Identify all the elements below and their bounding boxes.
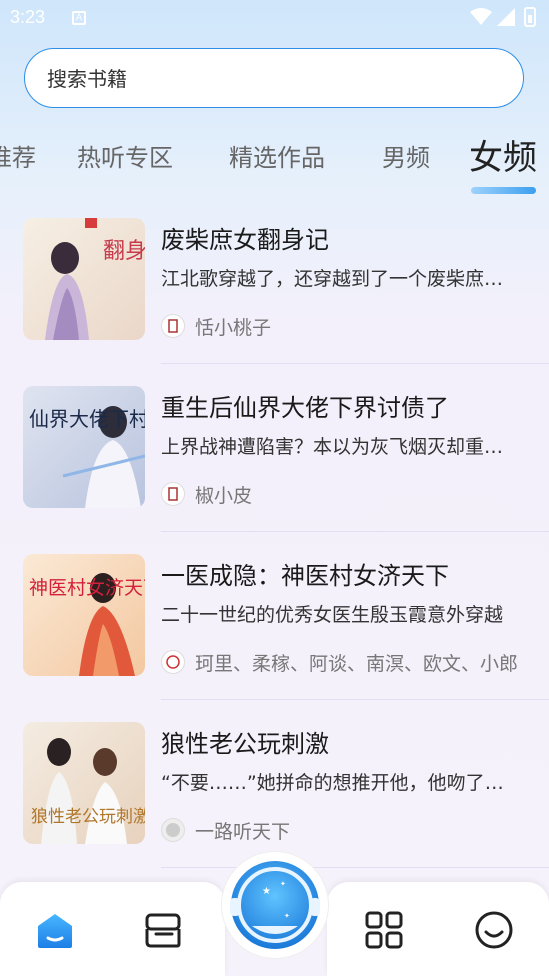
tab-hot[interactable]: 热听专区 (77, 138, 173, 173)
book-author: 恬小桃子 (195, 317, 272, 339)
book-item[interactable]: 狼性老公玩刺激 狼性老公玩刺激 “不要……”她拼命的想推开他，他吻了下来 一路听… (0, 704, 549, 872)
player-astronaut-icon: ★ ✦ ✦ (230, 861, 320, 949)
battery-icon (524, 7, 536, 27)
profile-smile-icon (475, 911, 513, 949)
author-avatar-icon (161, 818, 185, 842)
svg-text:✦: ✦ (284, 912, 290, 920)
svg-text:★: ★ (262, 886, 271, 897)
book-item[interactable]: 翻身记 废柴庶女翻身记 江北歌穿越了，还穿越到了一个废柴庶女身上 恬小桃子 (0, 200, 549, 368)
divider (161, 363, 549, 364)
svg-text:仙界大佬下村讨债: 仙界大佬下村讨债 (29, 407, 145, 431)
signal-icon (497, 8, 515, 26)
player-button[interactable]: ★ ✦ ✦ (222, 852, 328, 958)
nav-home[interactable] (33, 908, 77, 952)
status-time: 3:23 (10, 7, 46, 27)
tab-selected[interactable]: 精选作品 (229, 138, 325, 173)
search-input[interactable] (45, 59, 489, 99)
svg-text:神医村女济天下: 神医村女济天下 (29, 577, 145, 599)
book-cover[interactable]: 神医村女济天下 (23, 554, 145, 676)
author-avatar-icon (161, 650, 185, 674)
book-author: 椒小皮 (195, 485, 253, 507)
grid-icon (365, 911, 403, 949)
divider (161, 699, 549, 700)
book-description: 上界战神遭陷害？本以为灰飞烟灭却重生了 (161, 436, 521, 458)
book-author: 珂里、柔稼、阿谈、南溟、欧文、小郎 (195, 653, 519, 675)
notification-a-icon: A (72, 11, 86, 25)
book-cover[interactable]: 仙界大佬下村讨债 (23, 386, 145, 508)
book-title[interactable]: 狼性老公玩刺激 (161, 724, 329, 759)
book-author: 一路听天下 (195, 821, 291, 843)
book-description: 二十一世纪的优秀女医生殷玉霞意外穿越 (161, 604, 504, 626)
book-item[interactable]: 神医村女济天下 一医成隐：神医村女济天下 二十一世纪的优秀女医生殷玉霞意外穿越 … (0, 536, 549, 704)
search-bar[interactable] (24, 48, 524, 108)
wifi-icon (470, 8, 492, 25)
nav-category[interactable] (362, 908, 406, 952)
book-title[interactable]: 重生后仙界大佬下界讨债了 (161, 388, 449, 423)
bookshelf-icon (145, 913, 181, 948)
book-description: “不要……”她拼命的想推开他，他吻了下来 (161, 772, 521, 794)
home-icon (38, 914, 72, 948)
author-avatar-icon (161, 314, 185, 338)
nav-profile[interactable] (472, 908, 516, 952)
nav-bookshelf[interactable] (142, 908, 186, 952)
book-item[interactable]: 仙界大佬下村讨债 重生后仙界大佬下界讨债了 上界战神遭陷害？本以为灰飞烟灭却重生… (0, 368, 549, 536)
book-cover[interactable]: 狼性老公玩刺激 (23, 722, 145, 844)
book-description: 江北歌穿越了，还穿越到了一个废柴庶女身上 (161, 268, 521, 290)
status-bar: 3:23 A (0, 0, 549, 36)
book-title[interactable]: 废柴庶女翻身记 (161, 220, 329, 255)
svg-text:✦: ✦ (280, 880, 286, 888)
author-avatar-icon (161, 482, 185, 506)
svg-text:狼性老公玩刺激: 狼性老公玩刺激 (31, 807, 145, 827)
divider (161, 867, 549, 868)
tab-male[interactable]: 男频 (382, 138, 430, 173)
svg-text:翻身记: 翻身记 (103, 239, 145, 264)
book-cover[interactable]: 翻身记 (23, 218, 145, 340)
divider (161, 531, 549, 532)
category-tabs: 推荐 热听专区 精选作品 男频 女频 (0, 120, 549, 200)
tab-female[interactable]: 女频 (469, 130, 537, 179)
book-title[interactable]: 一医成隐：神医村女济天下 (161, 556, 449, 591)
active-tab-indicator (471, 187, 536, 194)
tab-recommend[interactable]: 推荐 (0, 138, 36, 173)
